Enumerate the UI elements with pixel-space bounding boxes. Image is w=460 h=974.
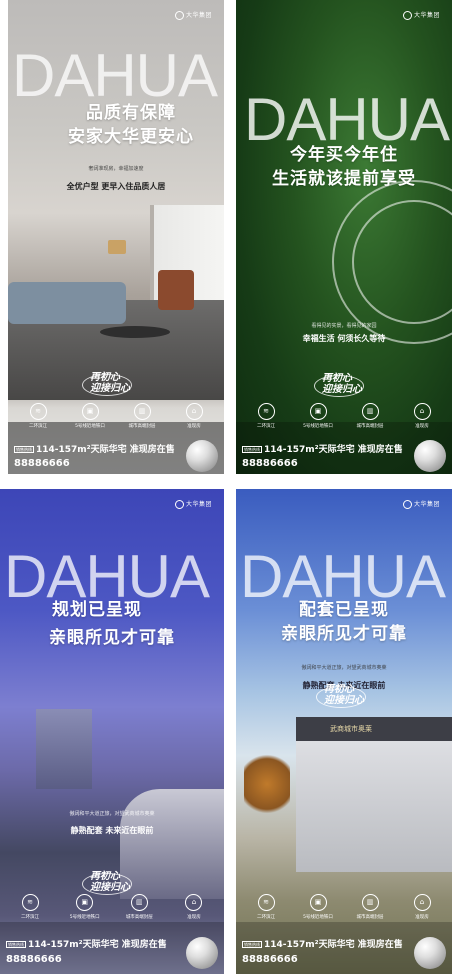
city-icon: ▥ 城市高端封层 bbox=[122, 403, 162, 429]
river-icon: ≋ 二环滨江 bbox=[10, 894, 50, 920]
house-icon: ⌂ 准现房 bbox=[174, 894, 214, 920]
area-info: 销售热线 114-157m²天际华宅 准现房在售 bbox=[14, 445, 175, 455]
slogan: 再初心 迎接归心 bbox=[82, 871, 132, 895]
building-scene bbox=[36, 709, 92, 789]
slogan: 再初心 迎接归心 bbox=[316, 684, 366, 708]
outlet-sign: 武商城市奥莱 bbox=[296, 717, 452, 741]
house-icon: ⌂ 准现房 bbox=[174, 403, 214, 429]
river-icon: ≋ 二环滨江 bbox=[18, 403, 58, 429]
city-icon: ▥ 城市高端封层 bbox=[119, 894, 159, 920]
phone-number: 88886666 bbox=[6, 954, 62, 965]
table-scene bbox=[100, 326, 170, 338]
feature-icons: ≋ 二环滨江 ▣ 5号线近地铁口 ▥ 城市高端封层 ⌂ 准现房 bbox=[246, 403, 442, 429]
chair-scene bbox=[158, 270, 194, 310]
area-info: 销售热线 114-157m²天际华宅 准现房在售 bbox=[6, 940, 167, 950]
phone-number: 88886666 bbox=[242, 954, 298, 965]
headline-1: 配套已呈现 bbox=[299, 600, 389, 620]
house-icon: ⌂ 准现房 bbox=[402, 894, 442, 920]
headline-1: 品质有保障 bbox=[86, 103, 176, 123]
sphere-decoration bbox=[414, 440, 446, 472]
tagline: 静熟配套 未来近在眼前 bbox=[70, 826, 154, 835]
brand-logo: 大华集团 bbox=[402, 10, 440, 20]
slogan: 再初心 迎接归心 bbox=[82, 372, 132, 396]
house-icon: ⌂ 准现房 bbox=[402, 403, 442, 429]
lamp-scene bbox=[108, 240, 126, 254]
brand-logo: 大华集团 bbox=[402, 499, 440, 509]
brand-title: DAHUA bbox=[12, 42, 218, 109]
city-icon: ▥ 城市高端封层 bbox=[350, 894, 390, 920]
tree-scene bbox=[244, 749, 290, 819]
area-info: 销售热线 114-157m²天际华宅 准现房在售 bbox=[242, 940, 403, 950]
subtitle: 奢阔准现房，幸福加速度 bbox=[88, 166, 144, 172]
feature-icons: ≋ 二环滨江 ▣ 5号线近地铁口 ▥ 城市高端封层 ⌂ 准现房 bbox=[10, 894, 214, 920]
headline-2: 亲眼所见才可靠 bbox=[281, 624, 407, 644]
brand-logo: 大华集团 bbox=[174, 10, 212, 20]
city-icon: ▥ 城市高端封层 bbox=[350, 403, 390, 429]
headline-2: 安家大华更安心 bbox=[68, 127, 194, 147]
metro-icon: ▣ 5号线近地铁口 bbox=[298, 894, 338, 920]
subtitle: 傲阔和平大道正旅，对望武商城市奥莱 bbox=[301, 665, 387, 671]
river-icon: ≋ 二环滨江 bbox=[246, 894, 286, 920]
phone-number: 88886666 bbox=[14, 458, 70, 469]
headline-2: 亲眼所见才可靠 bbox=[49, 628, 175, 648]
headline-1: 今年买今年住 bbox=[290, 145, 398, 165]
headline-2: 生活就该提前享受 bbox=[272, 169, 416, 189]
sphere-decoration bbox=[186, 937, 218, 969]
subtitle: 傲阔和平大道正旅，对望武商城市奥莱 bbox=[69, 811, 155, 817]
sphere-decoration bbox=[186, 440, 218, 472]
metro-icon: ▣ 5号线近地铁口 bbox=[70, 403, 110, 429]
poster-forest: 大华集团 DAHUA 今年买今年住 生活就该提前享受 看得见的实景，看得见的家园… bbox=[236, 0, 452, 474]
sphere-decoration bbox=[414, 937, 446, 969]
feature-icons: ≋ 二环滨江 ▣ 5号线近地铁口 ▥ 城市高端封层 ⌂ 准现房 bbox=[18, 403, 214, 429]
mall-scene bbox=[120, 789, 224, 899]
tagline: 全优户型 更早入住品质人居 bbox=[66, 182, 166, 191]
poster-outlet: 武商城市奥莱 大华集团 DAHUA 配套已呈现 亲眼所见才可靠 傲阔和平大道正旅… bbox=[236, 489, 452, 974]
feature-icons: ≋ 二环滨江 ▣ 5号线近地铁口 ▥ 城市高端封层 ⌂ 准现房 bbox=[246, 894, 442, 920]
area-info: 销售热线 114-157m²天际华宅 准现房在售 bbox=[242, 445, 403, 455]
subtitle: 看得见的实景，看得见的家园 bbox=[311, 323, 377, 329]
brand-logo: 大华集团 bbox=[174, 499, 212, 509]
poster-mall: 大华集团 DAHUA 规划已呈现 亲眼所见才可靠 傲阔和平大道正旅，对望武商城市… bbox=[0, 489, 224, 974]
poster-living-room: 大华集团 DAHUA 品质有保障 安家大华更安心 奢阔准现房，幸福加速度 全优户… bbox=[8, 0, 224, 474]
headline-1: 规划已呈现 bbox=[52, 600, 142, 620]
slogan: 再初心 迎接归心 bbox=[314, 373, 364, 397]
sofa-scene bbox=[8, 282, 126, 324]
tagline: 幸福生活 何须长久等待 bbox=[302, 334, 386, 343]
metro-icon: ▣ 5号线近地铁口 bbox=[298, 403, 338, 429]
phone-number: 88886666 bbox=[242, 458, 298, 469]
river-icon: ≋ 二环滨江 bbox=[246, 403, 286, 429]
metro-icon: ▣ 5号线近地铁口 bbox=[65, 894, 105, 920]
